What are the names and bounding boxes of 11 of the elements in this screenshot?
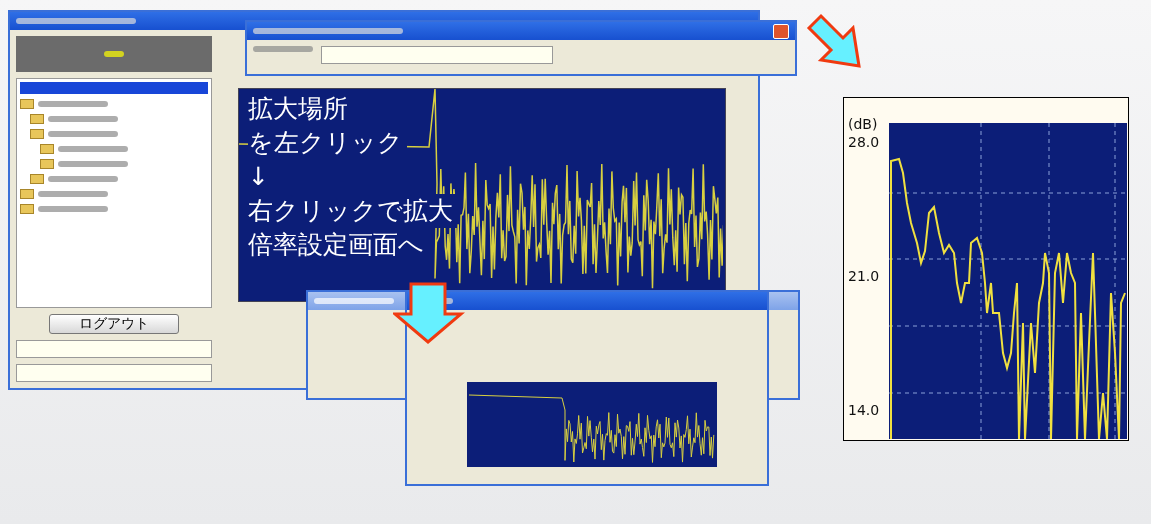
input-field[interactable] (16, 364, 212, 382)
tree-view[interactable] (16, 78, 212, 308)
channel-field[interactable] (321, 46, 553, 64)
logout-button[interactable]: ログアウト (49, 314, 179, 334)
down-arrow-icon (393, 282, 465, 344)
diagonal-arrow-icon (805, 12, 863, 70)
unit-label: (dB) (848, 116, 878, 132)
axis-label: 28.0 (848, 134, 880, 150)
axis-label: 14.0 (848, 402, 880, 418)
annotation-text: 拡大場所 を左クリック ↓ 右クリックで拡大 倍率設定画面へ (248, 92, 457, 262)
axis-label: 21.0 (848, 268, 880, 284)
